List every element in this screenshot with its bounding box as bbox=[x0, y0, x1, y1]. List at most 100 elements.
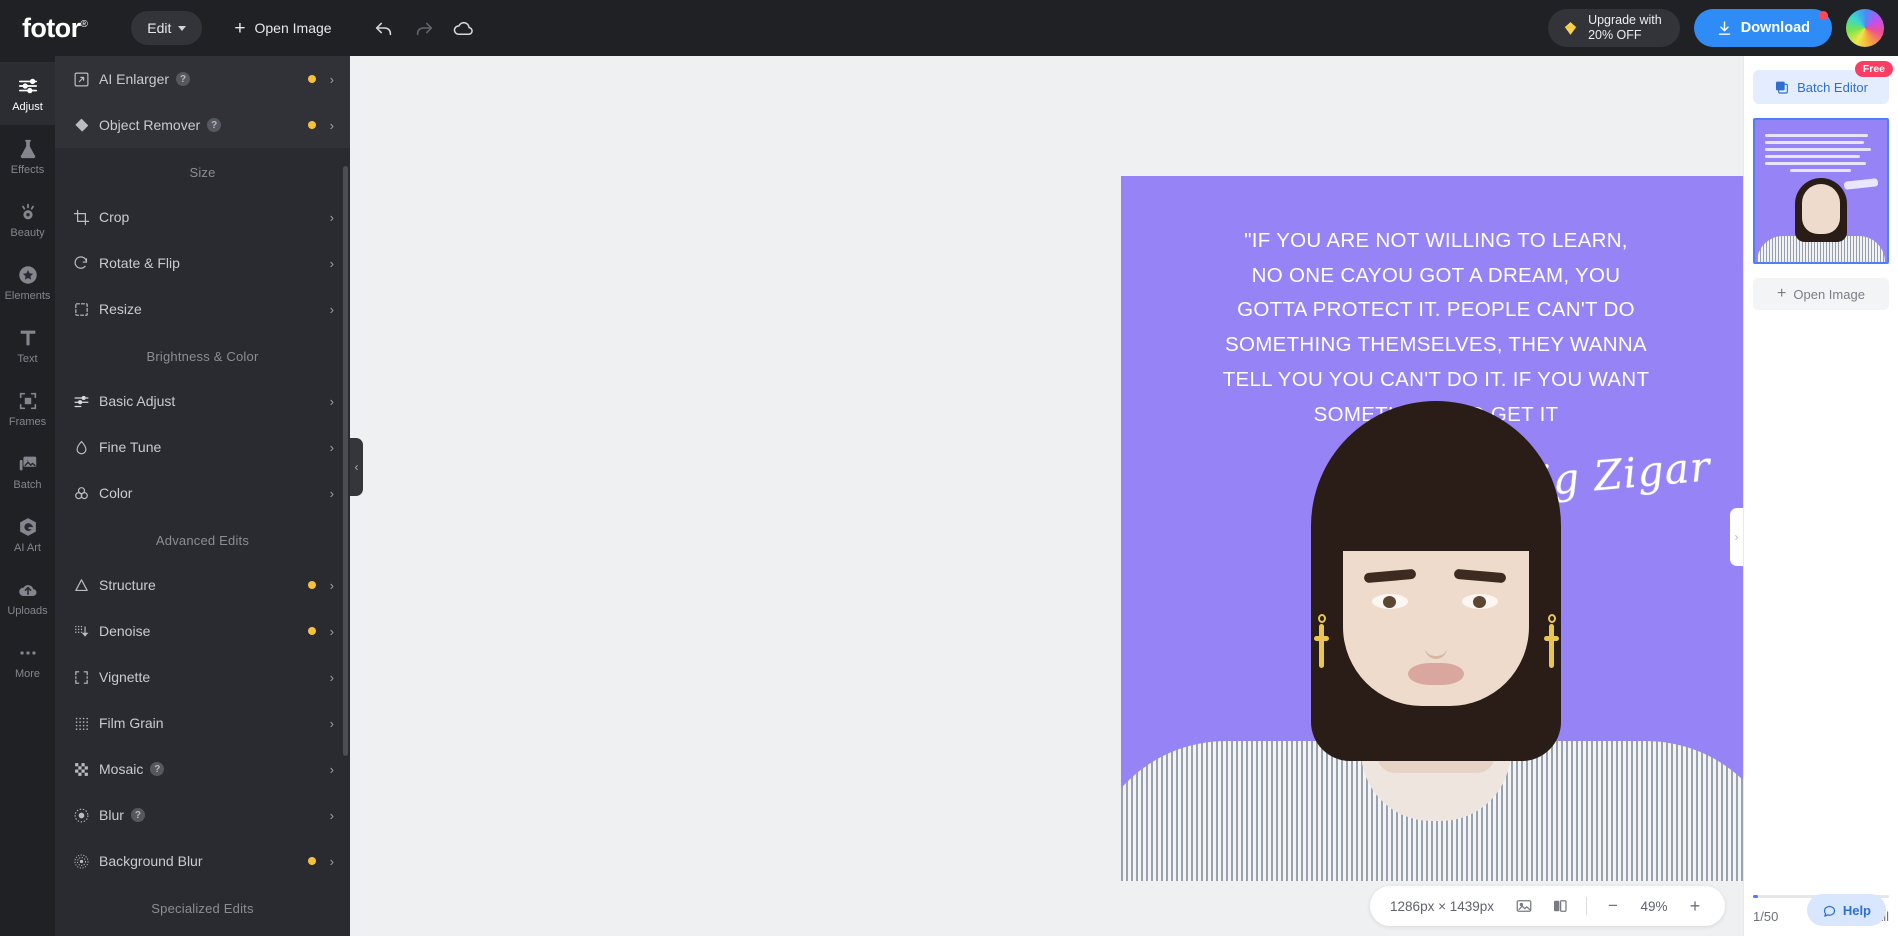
fotor-logo[interactable]: fotor® bbox=[22, 13, 99, 44]
logo-text: fotor bbox=[22, 12, 81, 43]
compare-before-after-button[interactable] bbox=[1544, 890, 1576, 922]
help-icon[interactable]: ? bbox=[130, 808, 145, 822]
rail-label-elements: Elements bbox=[4, 289, 51, 302]
menu-label-resize: Resize bbox=[99, 301, 142, 317]
upgrade-button[interactable]: Upgrade with 20% OFF bbox=[1548, 9, 1680, 47]
sliders-icon bbox=[73, 393, 99, 410]
chevron-right-icon: › bbox=[329, 853, 334, 869]
rail-item-batch[interactable]: Batch bbox=[0, 440, 55, 503]
portrait-earring-left bbox=[1314, 614, 1329, 676]
menu-item-mosaic[interactable]: Mosaic ? › bbox=[55, 746, 350, 792]
menu-item-object-remover[interactable]: Object Remover ? › bbox=[55, 102, 350, 148]
options-panel-scrollbar[interactable] bbox=[343, 166, 348, 756]
chevron-right-icon: › bbox=[329, 807, 334, 823]
new-badge-dot bbox=[307, 121, 316, 129]
help-icon[interactable]: ? bbox=[176, 72, 191, 86]
rail-item-text[interactable]: Text bbox=[0, 314, 55, 377]
user-avatar[interactable] bbox=[1846, 9, 1884, 47]
quote-line: GOTTA PROTECT IT. PEOPLE CAN'T DO bbox=[1237, 298, 1635, 322]
right-batch-panel: Free Batch Editor + Open Image 1/50 bbox=[1743, 56, 1898, 936]
menu-item-rotate-flip[interactable]: Rotate & Flip › bbox=[55, 240, 350, 286]
edit-menu-button[interactable]: Edit bbox=[131, 11, 203, 45]
menu-item-ai-enlarger[interactable]: AI Enlarger ? › bbox=[55, 56, 350, 102]
menu-item-vignette[interactable]: Vignette › bbox=[55, 654, 350, 700]
download-button[interactable]: Download bbox=[1693, 9, 1832, 47]
canvas-area[interactable]: ‹ "IF YOU ARE NOT WILLING TO LEARN, NO O… bbox=[350, 56, 1751, 936]
rail-item-ai-art[interactable]: AI Art bbox=[0, 503, 55, 566]
toolbar-divider bbox=[1586, 897, 1587, 915]
rail-item-adjust[interactable]: Adjust bbox=[0, 62, 55, 125]
menu-item-resize[interactable]: Resize › bbox=[55, 286, 350, 332]
undo-icon bbox=[375, 22, 391, 36]
plus-icon: + bbox=[1777, 285, 1787, 302]
fotor-editor-app: fotor® Edit + Open Image Upgrade with 20… bbox=[0, 0, 1898, 936]
chevron-right-icon: › bbox=[329, 761, 334, 777]
menu-item-color[interactable]: Color › bbox=[55, 470, 350, 516]
zoom-in-button[interactable]: + bbox=[1679, 890, 1711, 922]
cloud-icon bbox=[453, 21, 473, 35]
rail-label-more: More bbox=[14, 667, 41, 680]
options-scroll-container: AI Enlarger ? › Object Remover ? › Size … bbox=[55, 56, 350, 936]
menu-label-rotate-flip: Rotate & Flip bbox=[99, 255, 180, 271]
menu-item-basic-adjust[interactable]: Basic Adjust › bbox=[55, 378, 350, 424]
menu-item-structure[interactable]: Structure › bbox=[55, 562, 350, 608]
rail-label-frames: Frames bbox=[8, 415, 47, 428]
vignette-icon bbox=[73, 669, 99, 686]
help-icon[interactable]: ? bbox=[150, 762, 165, 776]
undo-button[interactable] bbox=[364, 8, 404, 48]
image-thumbnail-item[interactable] bbox=[1753, 118, 1889, 264]
help-button[interactable]: Help bbox=[1806, 894, 1886, 926]
menu-item-background-blur[interactable]: Background Blur › bbox=[55, 838, 350, 884]
rail-item-effects[interactable]: Effects bbox=[0, 125, 55, 188]
quote-line: SOMETHING THEMSELVES, THEY WANNA bbox=[1225, 333, 1647, 357]
menu-label-background-blur: Background Blur bbox=[99, 853, 203, 869]
menu-item-crop[interactable]: Crop › bbox=[55, 194, 350, 240]
chevron-right-icon: › bbox=[329, 255, 334, 271]
zoom-level-value[interactable]: 49% bbox=[1633, 899, 1675, 914]
logo-registered-mark: ® bbox=[80, 18, 88, 30]
zoom-out-button[interactable]: − bbox=[1597, 890, 1629, 922]
rail-label-adjust: Adjust bbox=[12, 100, 43, 113]
download-label: Download bbox=[1740, 20, 1810, 36]
help-icon[interactable]: ? bbox=[207, 118, 222, 132]
open-image-button[interactable]: + Open Image bbox=[224, 11, 341, 45]
collapse-left-panel-handle[interactable]: ‹ bbox=[350, 438, 363, 496]
collapse-right-panel-handle[interactable]: › bbox=[1730, 508, 1743, 566]
rail-item-beauty[interactable]: Beauty bbox=[0, 188, 55, 251]
droplet-icon bbox=[73, 439, 99, 456]
sliders-icon bbox=[18, 78, 37, 93]
batch-editor-button[interactable]: Free Batch Editor bbox=[1753, 61, 1893, 104]
image-thumbnail bbox=[1753, 118, 1889, 264]
section-title-size: Size bbox=[189, 165, 216, 180]
menu-label-structure: Structure bbox=[99, 577, 156, 593]
menu-item-denoise[interactable]: Denoise › bbox=[55, 608, 350, 654]
open-image-right-button[interactable]: + Open Image bbox=[1753, 278, 1889, 310]
editor-body: Adjust Effects Beauty Elements Text Fram… bbox=[0, 56, 1898, 936]
fit-image-button[interactable] bbox=[1508, 890, 1540, 922]
upgrade-line-1: Upgrade with bbox=[1588, 13, 1662, 27]
rail-label-ai-art: AI Art bbox=[14, 541, 41, 554]
rail-item-frames[interactable]: Frames bbox=[0, 377, 55, 440]
text-t-icon bbox=[20, 330, 35, 345]
image-dimensions-label: 1286px × 1439px bbox=[1390, 898, 1494, 914]
redo-button[interactable] bbox=[404, 8, 444, 48]
menu-item-fine-tune[interactable]: Fine Tune › bbox=[55, 424, 350, 470]
triangle-icon bbox=[73, 577, 99, 594]
left-rail: Adjust Effects Beauty Elements Text Fram… bbox=[0, 56, 55, 936]
batch-layers-icon bbox=[1776, 81, 1788, 94]
rail-item-elements[interactable]: Elements bbox=[0, 251, 55, 314]
rail-item-more[interactable]: More bbox=[0, 629, 55, 692]
menu-item-blur[interactable]: Blur ? › bbox=[55, 792, 350, 838]
chevron-right-icon: › bbox=[329, 71, 334, 87]
frame-icon bbox=[19, 392, 36, 409]
canvas-image[interactable]: "IF YOU ARE NOT WILLING TO LEARN, NO ONE… bbox=[1121, 176, 1751, 881]
upgrade-label: Upgrade with 20% OFF bbox=[1588, 13, 1662, 43]
open-image-right-label: Open Image bbox=[1793, 286, 1865, 302]
menu-item-film-grain[interactable]: Film Grain › bbox=[55, 700, 350, 746]
rail-item-uploads[interactable]: Uploads bbox=[0, 566, 55, 629]
rail-label-text: Text bbox=[17, 352, 38, 365]
rail-label-beauty: Beauty bbox=[10, 226, 45, 239]
cloud-save-button[interactable] bbox=[444, 8, 484, 48]
menu-label-blur: Blur bbox=[99, 807, 124, 823]
quote-line: TELL YOU YOU CAN'T DO IT. IF YOU WANT bbox=[1222, 367, 1650, 391]
